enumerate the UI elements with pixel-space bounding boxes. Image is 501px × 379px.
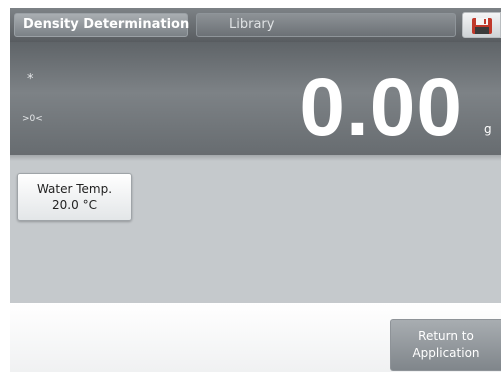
- floppy-disk-icon: [472, 18, 492, 34]
- header-bar: Density Determination Library: [10, 8, 501, 42]
- library-tab[interactable]: Library: [196, 13, 456, 37]
- application-title-tab[interactable]: Density Determination: [14, 13, 189, 37]
- save-button[interactable]: [462, 12, 501, 38]
- return-to-application-button[interactable]: Return to Application: [390, 319, 501, 371]
- water-temp-label: Water Temp.: [36, 182, 113, 196]
- stability-indicator: *: [27, 72, 34, 87]
- return-button-line1: Return to: [418, 329, 474, 343]
- bottom-bar: Return to Application: [10, 303, 501, 372]
- weight-display: * >0< 0.00 g: [10, 42, 501, 155]
- return-button-line2: Application: [412, 346, 480, 360]
- zero-indicator: >0<: [22, 114, 43, 124]
- balance-screen: Density Determination Library * >0< 0.00…: [10, 8, 501, 372]
- application-panel: Water Temp. 20.0 °C: [10, 155, 501, 303]
- water-temp-value: 20.0 °C: [52, 198, 97, 212]
- weight-unit: g: [484, 122, 492, 136]
- water-temp-button[interactable]: Water Temp. 20.0 °C: [17, 173, 132, 221]
- weight-value: 0.00: [299, 62, 463, 153]
